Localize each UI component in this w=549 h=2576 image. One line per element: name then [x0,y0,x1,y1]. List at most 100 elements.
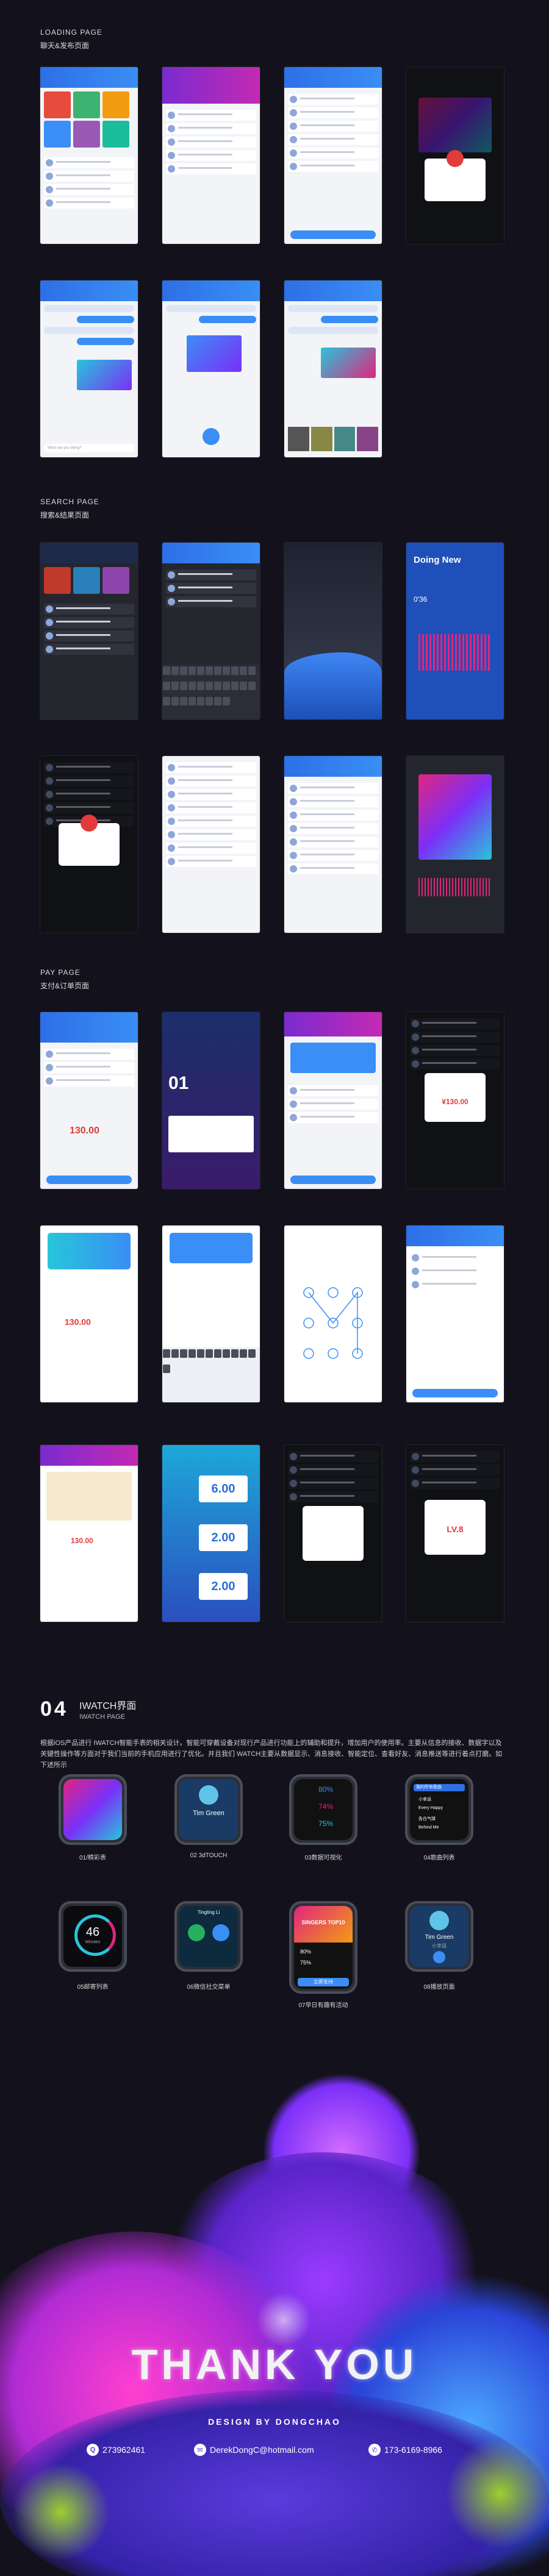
screen-pin [162,1226,260,1402]
section-title-search: SEARCH PAGE [40,498,99,506]
watch-section-number: 04 [40,1697,68,1721]
watch-5[interactable]: 46 Minutes [59,1901,127,1972]
voice-button[interactable] [203,428,220,445]
watch-caption-1: 01/精彩表 [79,1855,106,1861]
design-credit: DESIGN BY DONGCHAO [208,2417,341,2427]
gift-value-3[interactable]: 2.00 [199,1573,248,1600]
watch-3-value-2: 74% [318,1802,334,1811]
screen-profile [162,67,260,244]
watch-4-item-5: Behind Me [418,1825,439,1830]
order-price: 130.00 [70,1126,99,1136]
watch-4-item-1: 我的所有歌曲 [414,1784,465,1791]
watch-section-subtitle: IWATCH PAGE [79,1713,125,1721]
gift-value-1[interactable]: 6.00 [199,1475,248,1502]
screen-album [406,756,504,933]
screen-order: 130.00 [40,1012,138,1189]
screen-home-grid [40,67,138,244]
section-subtitle-loading: 聊天&发布页面 [40,41,90,50]
ticket-date: 01 [168,1073,189,1093]
watch-3-value-3: 75% [318,1819,334,1828]
pay-button[interactable] [46,1176,132,1184]
watch-8[interactable]: Tim Green 小幸运 [405,1901,473,1972]
watch-description: 根据iOS产品进行 IWATCH智能手表的相关设计。智能可穿戴设备对现行产品进行… [40,1739,503,1769]
contact-email: ✉ DerekDongC@hotmail.com [194,2444,314,2456]
galaxy-background [0,2073,549,2576]
pattern-lock-icon[interactable] [284,1226,382,1402]
watch-2[interactable]: Tim Green [174,1774,243,1845]
watch-1[interactable] [59,1774,127,1845]
watch-3-value-1: 80% [318,1785,334,1794]
screen-search-keyboard [162,543,260,719]
thank-you-title: THANK YOU [131,2341,418,2388]
watch-2-name: Tim Green [193,1810,224,1817]
contact-phone: ✆ 173-6169-8966 [368,2444,442,2456]
screen-rank-list [284,756,382,933]
screen-chat-2 [162,280,260,457]
watch-4-item-3: Every Happy [418,1806,443,1810]
section-title-pay: PAY PAGE [40,968,81,977]
screen-search-alert [40,756,138,933]
popup-price: ¥130.00 [425,1073,486,1122]
qq-icon: Q [87,2444,99,2456]
screen-chat-1: What are you doing? [40,280,138,457]
watch-5-value: 46 [85,1925,100,1939]
screen-card: 130.00 [40,1226,138,1402]
mail-icon: ✉ [194,2444,206,2456]
screen-pay-form [284,1012,382,1189]
confirm-button[interactable] [290,230,376,239]
screen-gift: 6.00 2.00 2.00 [162,1445,260,1622]
watch-3[interactable]: 80% 74% 75% [289,1774,357,1845]
email-address[interactable]: DerekDongC@hotmail.com [210,2445,314,2455]
screen-event-popup [284,1445,382,1622]
watch-8-artist: 小幸运 [432,1943,447,1949]
screen-settings [284,67,382,244]
reward-price: 130.00 [71,1536,93,1545]
doing-new-title: Doing New [414,555,461,565]
section-subtitle-pay: 支付&订单页面 [40,982,90,990]
watch-7-value-2: 75% [300,1960,312,1966]
watch-caption-7: 07早日有趣有活动 [298,2002,348,2009]
watch-caption-3: 03数据可视化 [304,1855,342,1861]
watch-7[interactable]: SINGERS TOP10 80% 75% 立即支持 [289,1901,357,1994]
doing-time: 0'36 [414,595,428,604]
watch-4[interactable]: 我的所有歌曲 小幸运 Every Happy 告白气球 Behind Me [405,1774,473,1845]
watch-8-name: Tim Green [425,1934,454,1941]
watch-6[interactable]: Tingting Li [174,1901,243,1972]
watch-5-unit: Minutes [85,1940,101,1944]
screen-level-popup: ¥130.00 [406,1012,504,1189]
watch-4-item-2: 小幸运 [418,1797,431,1802]
screen-pay-method [406,1226,504,1402]
screen-pattern-lock [284,1226,382,1402]
contact-qq: Q 273962461 [87,2444,145,2456]
gift-value-2[interactable]: 2.00 [199,1524,248,1551]
pay-method-button[interactable] [412,1389,498,1397]
watch-caption-5: 05邮寄列表 [77,1984,109,1991]
screen-popup-level [406,67,504,244]
screen-reward: 130.00 [40,1445,138,1622]
screen-song-list [162,756,260,933]
watch-caption-6: 06微信社交菜单 [187,1984,231,1991]
watch-4-item-4: 告白气球 [418,1817,436,1821]
submit-button[interactable] [290,1176,376,1184]
watch-7-banner: SINGERS TOP10 [294,1906,353,1943]
section-title-loading: LOADING PAGE [40,28,102,37]
watch-section-title: IWATCH界面 [79,1701,137,1711]
section-subtitle-search: 搜索&结果页面 [40,511,90,519]
screen-vip-popup: LV.8 [406,1445,504,1622]
watch-caption-2: 02 3dTOUCH [190,1852,228,1859]
screen-chat-3 [284,280,382,457]
vip-level: LV.8 [425,1500,486,1555]
watch-6-name: Tingting Li [197,1910,220,1915]
phone-number[interactable]: 173-6169-8966 [384,2445,442,2455]
screen-wave [284,543,382,719]
watch-caption-8: 08播放页面 [423,1984,455,1991]
message-input[interactable]: What are you doing? [44,444,134,452]
watch-7-value-1: 80% [300,1949,312,1955]
card-price: 130.00 [65,1317,91,1327]
watch-caption-4: 04歌曲列表 [423,1855,455,1861]
screen-doing-new: Doing New 0'36 [406,543,504,719]
watch-7-support-button[interactable]: 立即支持 [298,1978,349,1986]
qq-number: 273962461 [102,2445,146,2455]
watch-8-play-button[interactable] [433,1951,445,1963]
phone-icon: ✆ [368,2444,381,2456]
